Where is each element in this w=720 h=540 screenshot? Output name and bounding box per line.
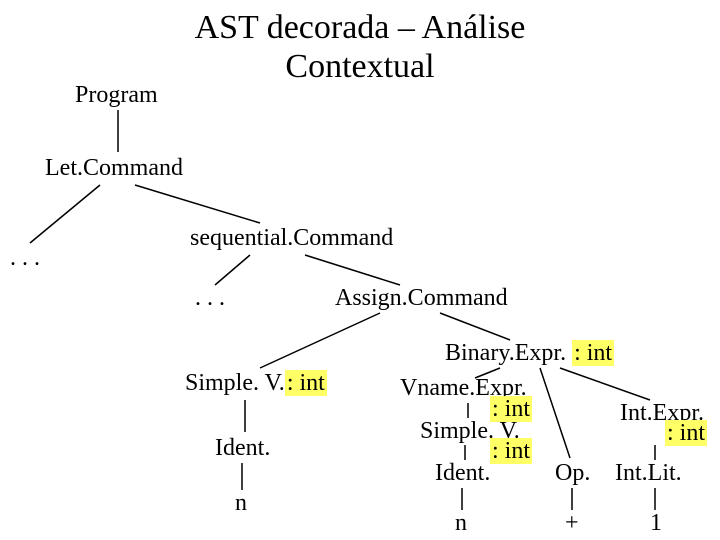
node-sequential-command: sequential.Command (190, 225, 393, 252)
title-line1: AST decorada – Análise (195, 9, 526, 46)
node-binary-expr: Binary.Expr. : int (445, 340, 614, 367)
node-one: 1 (650, 510, 662, 537)
node-dots-left: . . . (10, 245, 40, 272)
node-program: Program (75, 82, 158, 109)
node-dots-mid: . . . (195, 285, 225, 312)
node-assign-command: Assign.Command (335, 285, 508, 312)
node-int-lit: Int.Lit. (615, 460, 682, 487)
node-op: Op. (555, 460, 590, 487)
node-simplev-left: Simple. V.: int (185, 370, 327, 397)
type-annotation: : int (572, 340, 614, 366)
type-annotation: : int (285, 370, 327, 396)
node-let-command: Let.Command (45, 155, 183, 182)
title-line2: Contextual (285, 48, 434, 85)
node-ident-right: Ident. (435, 460, 490, 487)
node-n-left: n (235, 490, 247, 517)
node-ident-left: Ident. (215, 435, 270, 462)
slide-title: AST decorada – Análise Contextual (150, 8, 570, 86)
node-int-expr-type: : int (665, 420, 707, 447)
node-plus: + (565, 510, 579, 537)
node-n-right: n (455, 510, 467, 537)
type-annotation: : int (490, 438, 532, 464)
node-simplev-right-type: : int (490, 438, 532, 465)
type-annotation: : int (665, 420, 707, 446)
